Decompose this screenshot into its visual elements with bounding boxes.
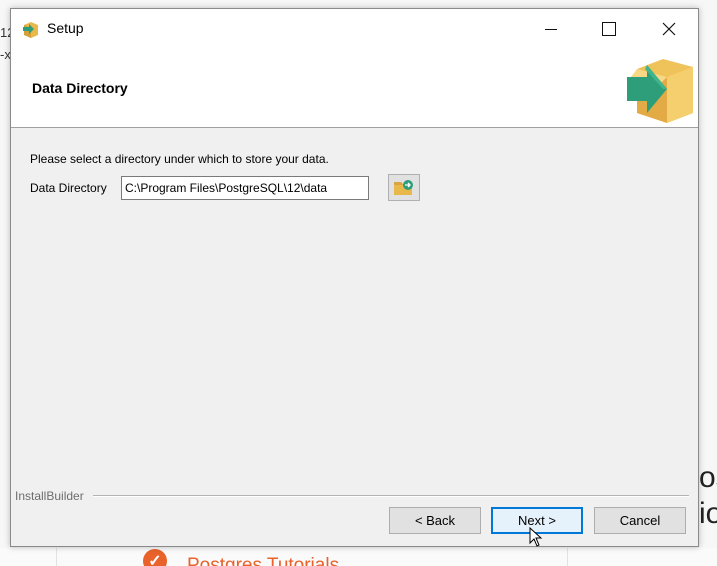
data-directory-input[interactable] [121,176,369,200]
back-button[interactable]: < Back [389,507,481,534]
maximize-icon [602,22,616,36]
postgres-tutorials-link[interactable]: ✓ Postgres Tutorials [143,548,339,566]
minimize-icon [545,28,557,30]
browse-folder-button[interactable] [388,174,420,201]
installer-app-icon [23,22,38,38]
check-circle-icon: ✓ [143,549,167,566]
window-title: Setup [47,20,84,36]
page-header: Data Directory [11,49,698,128]
title-bar[interactable]: Setup [11,9,698,49]
minimize-button[interactable] [522,9,580,49]
mouse-cursor-icon [529,527,543,547]
link-label: Postgres Tutorials [187,555,340,566]
content-area: Please select a directory under which to… [11,128,698,493]
close-button[interactable] [640,9,698,49]
instruction-text: Please select a directory under which to… [30,152,329,166]
folder-browse-icon [394,179,413,195]
cancel-button[interactable]: Cancel [594,507,686,534]
footer-divider-highlight [93,496,689,497]
data-directory-label: Data Directory [30,181,107,195]
maximize-button[interactable] [580,9,638,49]
page-title: Data Directory [32,80,128,96]
installer-box-arrow-icon [627,59,693,123]
installbuilder-brand: InstallBuilder [15,489,84,503]
setup-dialog: Setup Data Directory Please select a dir… [10,8,699,547]
close-icon [662,22,676,36]
background-right-text: os io [699,461,717,530]
